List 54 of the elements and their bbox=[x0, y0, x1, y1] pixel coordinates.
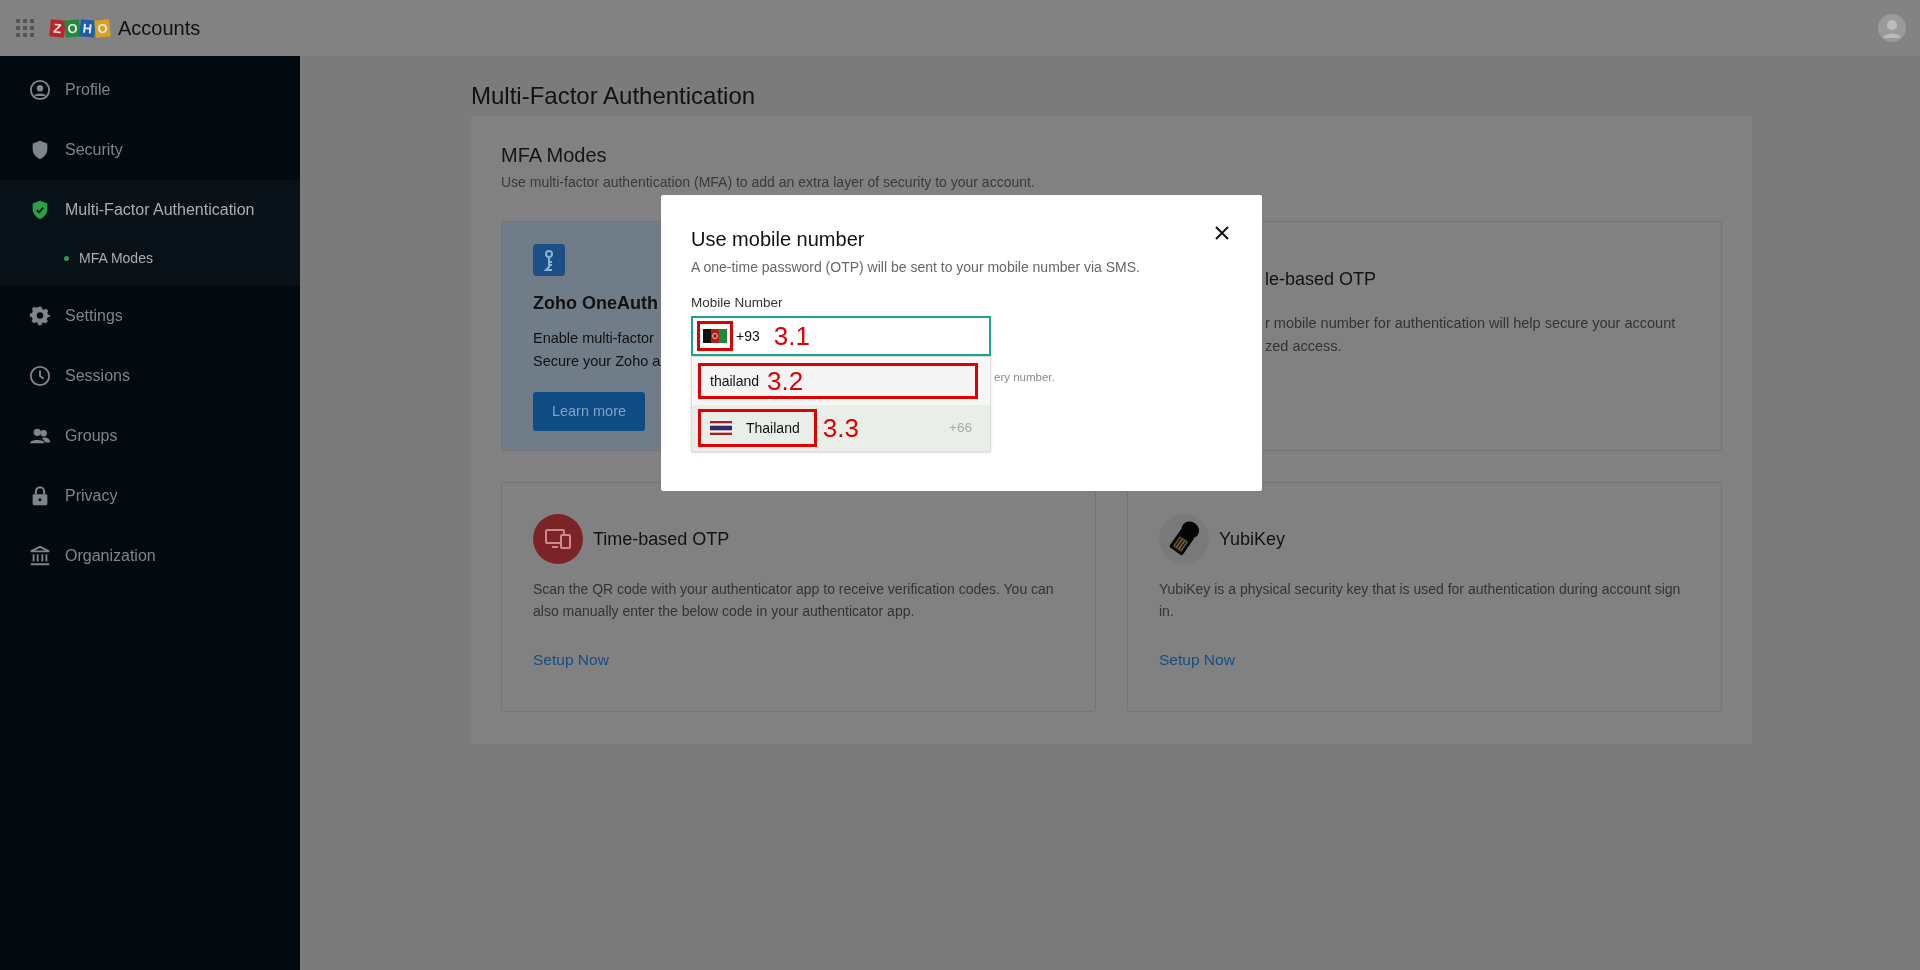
logo-letter: H bbox=[79, 18, 96, 38]
sidebar-item[interactable]: Multi-Factor Authentication bbox=[0, 180, 300, 240]
sidebar-item[interactable]: Organization bbox=[0, 526, 300, 586]
devices-icon bbox=[533, 514, 583, 564]
settings-icon bbox=[29, 305, 51, 327]
card-text: r mobile number for authentication will help secure your account bbox=[1265, 314, 1676, 333]
apps-grid-icon bbox=[16, 19, 34, 37]
building-icon bbox=[29, 545, 51, 567]
card-text: zed access. bbox=[1265, 337, 1342, 356]
card-title: Time-based OTP bbox=[593, 527, 730, 551]
close-icon bbox=[1214, 225, 1230, 241]
page-title: Multi-Factor Authentication bbox=[471, 81, 757, 111]
usb-key-icon bbox=[1159, 514, 1209, 564]
flag-icon bbox=[710, 421, 732, 435]
logo-letter: Z bbox=[49, 18, 66, 38]
sidebar-subitem[interactable]: MFA Modes bbox=[0, 240, 300, 276]
clock-icon bbox=[29, 365, 51, 387]
country-option[interactable]: Thailand 3.3 +66 bbox=[692, 405, 990, 451]
card-description: YubiKey is a physical security key that is used for authentication during account sign in. bbox=[1159, 580, 1682, 621]
bullet-icon bbox=[64, 255, 69, 261]
annotation-label: 3.2 bbox=[767, 364, 804, 398]
avatar-icon bbox=[1878, 14, 1906, 42]
country-code: +93 bbox=[736, 326, 760, 346]
phone-field[interactable]: +93 3.1 bbox=[691, 316, 991, 356]
search-field[interactable]: thailand 3.2 bbox=[698, 363, 978, 399]
sidebar-item[interactable]: Sessions bbox=[0, 346, 300, 406]
card-description: Scan the QR code with your authenticator app to receive verification codes. You can also manually enter the below code in your authenticator app. bbox=[533, 580, 1055, 621]
profile-icon bbox=[29, 79, 51, 101]
sidebar-item[interactable]: Privacy bbox=[0, 466, 300, 526]
learn-more-button[interactable]: Learn more bbox=[533, 392, 645, 431]
sidebar-item[interactable]: Security bbox=[0, 120, 300, 180]
card-title: Zoho OneAuth bbox=[533, 292, 658, 315]
hint-text: ery number. bbox=[994, 370, 1055, 385]
app-name: Accounts bbox=[118, 16, 201, 41]
flag-icon bbox=[703, 329, 727, 343]
card-title: YubiKey bbox=[1219, 527, 1286, 551]
logo-letter: O bbox=[64, 18, 81, 38]
country-name: Thailand bbox=[746, 418, 800, 438]
dialog-description: A one-time password (OTP) will be sent to your mobile number via SMS. bbox=[691, 258, 1140, 277]
section-description: Use multi-factor authentication (MFA) to add an extra layer of security to your account. bbox=[501, 173, 1035, 192]
sidebar-item[interactable]: Profile bbox=[0, 60, 300, 120]
card-title: le-based OTP bbox=[1265, 268, 1378, 291]
key-icon bbox=[533, 244, 565, 276]
card-text: Secure your Zoho a bbox=[533, 352, 661, 371]
sidebar-item[interactable]: Groups bbox=[0, 406, 300, 466]
annotation-label: 3.3 bbox=[822, 411, 859, 445]
close-button[interactable] bbox=[1214, 224, 1232, 242]
sidebar-item[interactable]: Settings bbox=[0, 286, 300, 346]
section-title: MFA Modes bbox=[501, 143, 608, 168]
dial-code: +66 bbox=[949, 418, 972, 437]
dialog-title: Use mobile number bbox=[691, 227, 865, 252]
field-label: Mobile Number bbox=[691, 294, 783, 312]
annotation-label: 3.1 bbox=[773, 319, 810, 353]
card-text: Enable multi-factor bbox=[533, 329, 654, 348]
